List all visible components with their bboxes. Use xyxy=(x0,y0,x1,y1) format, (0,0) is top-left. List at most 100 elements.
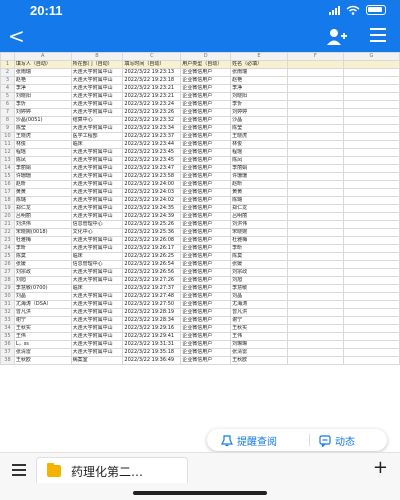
table-cell[interactable]: 大连大学附属中山 xyxy=(70,196,124,205)
table-cell[interactable]: 2022/3/22 19:26:25 xyxy=(122,252,182,261)
table-cell[interactable]: 企业微信用户 xyxy=(180,92,232,101)
table-cell[interactable]: 所在部门（自动） xyxy=(70,60,124,69)
sheet-tab[interactable]: 药理化第二… xyxy=(36,457,188,483)
table-cell[interactable] xyxy=(342,140,400,149)
table-cell[interactable]: 2022/3/22 19:27:37 xyxy=(122,284,182,293)
table-cell[interactable]: 曾凡洪 xyxy=(13,308,72,317)
table-cell[interactable]: 企业微信用户 xyxy=(180,172,232,181)
table-cell[interactable]: 企业微信用户 xyxy=(180,276,232,285)
row-number[interactable]: 25 xyxy=(0,252,15,261)
table-cell[interactable] xyxy=(286,348,344,357)
table-cell[interactable]: 陈璐 xyxy=(13,196,72,205)
table-cell[interactable] xyxy=(286,68,344,77)
table-cell[interactable]: 大连大学附属中山 xyxy=(70,68,124,77)
table-cell[interactable] xyxy=(286,132,344,141)
table-cell[interactable]: 2022/3/22 19:31:31 xyxy=(122,340,182,349)
back-button[interactable]: < xyxy=(8,26,30,48)
table-cell[interactable]: 2022/3/22 19:24:35 xyxy=(122,204,182,213)
table-cell[interactable]: 2022/3/22 19:29:16 xyxy=(122,324,182,333)
table-cell[interactable]: 张媛 xyxy=(230,260,288,269)
table-cell[interactable]: 陈凤 xyxy=(13,156,72,165)
table-cell[interactable] xyxy=(342,100,400,109)
table-cell[interactable]: 许珊珊 xyxy=(13,172,72,181)
row-number[interactable]: 26 xyxy=(0,260,15,269)
table-cell[interactable]: 文化中心 xyxy=(70,228,124,237)
table-cell[interactable]: 大连大学附属中山 xyxy=(70,348,124,357)
table-cell[interactable]: 用户类型（自动） xyxy=(180,60,232,69)
table-cell[interactable]: 2022/3/22 19:36:49 xyxy=(122,356,182,365)
table-cell[interactable] xyxy=(286,172,344,181)
table-cell[interactable]: 程瑶 xyxy=(230,148,288,157)
table-cell[interactable] xyxy=(286,308,344,317)
table-cell[interactable]: 企业微信用户 xyxy=(180,220,232,229)
row-number[interactable]: 9 xyxy=(0,124,15,133)
table-cell[interactable]: 王秋欧 xyxy=(13,356,72,365)
table-cell[interactable]: 企业微信用户 xyxy=(180,356,232,365)
table-cell[interactable]: 陈莫 xyxy=(230,252,288,261)
row-number[interactable]: 12 xyxy=(0,148,15,157)
row-number[interactable]: 29 xyxy=(0,284,15,293)
table-cell[interactable] xyxy=(286,356,344,365)
table-cell[interactable]: 大连大学附属中山 xyxy=(70,188,124,197)
spreadsheet-grid[interactable]: ABCDEFG 1 填写人（自动） 所在部门（自动） 填写时间（自动） 用户类型（自动）… xyxy=(0,52,400,450)
add-sheet-button[interactable]: + xyxy=(373,459,388,477)
row-number[interactable]: 13 xyxy=(0,156,15,165)
table-cell[interactable]: 程瑶 xyxy=(13,148,72,157)
table-cell[interactable]: 黄黄 xyxy=(230,188,288,197)
table-cell[interactable]: 王伟 xyxy=(230,332,288,341)
table-cell[interactable] xyxy=(286,228,344,237)
row-number[interactable]: 2 xyxy=(0,68,15,77)
table-cell[interactable]: 信息管理中心 xyxy=(70,260,124,269)
table-cell[interactable]: 填写时间（自动） xyxy=(122,60,182,69)
column-letter[interactable]: A xyxy=(13,52,72,61)
table-cell[interactable]: 大连大学附属中山 xyxy=(70,332,124,341)
table-cell[interactable]: 大连大学附属中山 xyxy=(70,76,124,85)
table-cell[interactable] xyxy=(286,244,344,253)
table-cell[interactable] xyxy=(342,228,400,237)
table-cell[interactable] xyxy=(342,172,400,181)
table-cell[interactable] xyxy=(342,108,400,117)
table-cell[interactable]: 2022/3/22 19:23:21 xyxy=(122,84,182,93)
table-cell[interactable]: 2022/3/22 19:35:18 xyxy=(122,348,182,357)
table-cell[interactable]: 刘晓阳 xyxy=(13,92,72,101)
table-cell[interactable]: 企业微信用户 xyxy=(180,228,232,237)
table-cell[interactable]: 企业微信用户 xyxy=(180,108,232,117)
table-cell[interactable]: 李净 xyxy=(13,84,72,93)
row-number[interactable]: 4 xyxy=(0,84,15,93)
table-cell[interactable]: 刘晶 xyxy=(230,292,288,301)
table-cell[interactable]: 医学工程部 xyxy=(70,132,124,141)
table-cell[interactable]: 刘洪伟 xyxy=(13,220,72,229)
table-cell[interactable]: 2022/3/22 19:28:19 xyxy=(122,308,182,317)
table-cell[interactable]: 2022/3/22 19:23:47 xyxy=(122,164,182,173)
row-number[interactable]: 32 xyxy=(0,308,15,317)
row-number[interactable]: 18 xyxy=(0,196,15,205)
table-cell[interactable]: 曾凡洪 xyxy=(230,308,288,317)
row-number[interactable]: 38 xyxy=(0,356,15,365)
table-cell[interactable] xyxy=(342,340,400,349)
table-cell[interactable]: 企业微信用户 xyxy=(180,204,232,213)
table-cell[interactable]: 刘旭 xyxy=(230,276,288,285)
table-cell[interactable]: 李昕 xyxy=(13,244,72,253)
table-cell[interactable]: 吕明丽 xyxy=(13,212,72,221)
table-cell[interactable]: 沙晶(0051) xyxy=(13,116,72,125)
table-cell[interactable]: 企业微信用户 xyxy=(180,308,232,317)
table-cell[interactable] xyxy=(342,60,400,69)
table-cell[interactable]: 企业微信用户 xyxy=(180,348,232,357)
table-cell[interactable]: 杜雅梅 xyxy=(230,236,288,245)
table-cell[interactable] xyxy=(286,204,344,213)
table-cell[interactable]: 企业微信用户 xyxy=(180,236,232,245)
table-cell[interactable]: 企业微信用户 xyxy=(180,84,232,93)
table-cell[interactable] xyxy=(342,124,400,133)
table-cell[interactable] xyxy=(286,140,344,149)
row-number[interactable]: 6 xyxy=(0,100,15,109)
table-cell[interactable] xyxy=(286,252,344,261)
row-number[interactable]: 17 xyxy=(0,188,15,197)
table-cell[interactable] xyxy=(286,292,344,301)
table-cell[interactable] xyxy=(286,92,344,101)
table-cell[interactable]: 大连大学附属中山 xyxy=(70,236,124,245)
table-cell[interactable]: 企业微信用户 xyxy=(180,252,232,261)
table-cell[interactable]: 刘婷婷 xyxy=(13,108,72,117)
table-cell[interactable]: 企业微信用户 xyxy=(180,268,232,277)
table-cell[interactable]: 2022/3/22 19:29:41 xyxy=(122,332,182,341)
table-cell[interactable]: 2022/3/22 19:23:18 xyxy=(122,76,182,85)
